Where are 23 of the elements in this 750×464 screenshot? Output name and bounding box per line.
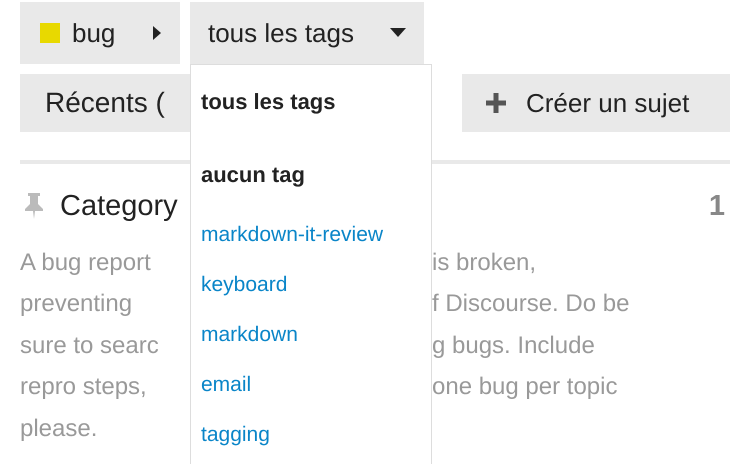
tag-link[interactable]: markdown xyxy=(201,310,431,360)
tag-dropdown[interactable]: tous les tags xyxy=(190,2,424,64)
caret-right-icon xyxy=(152,26,162,40)
topic-title[interactable]: Category xyxy=(60,190,178,222)
excerpt-text: is broken, xyxy=(432,248,536,277)
excerpt-text: f Discourse. Do be xyxy=(432,290,630,318)
tag-link[interactable]: markdown-it-review xyxy=(201,210,431,260)
excerpt-text: repro steps, xyxy=(20,373,148,402)
tag-link[interactable]: email xyxy=(201,360,431,410)
excerpt-text: sure to searc xyxy=(20,332,160,360)
caret-down-icon xyxy=(390,28,406,38)
category-dropdown[interactable]: bug xyxy=(20,2,180,64)
excerpt-text: A bug report xyxy=(20,248,152,277)
reply-count: 1 xyxy=(708,190,726,222)
tag-link[interactable]: keyboard xyxy=(201,260,431,310)
excerpt-text: preventing xyxy=(20,290,134,318)
create-topic-button[interactable]: Créer un sujet xyxy=(462,74,730,132)
excerpt-text: one bug per topic xyxy=(432,373,618,402)
menu-item[interactable]: aucun tag xyxy=(201,160,431,190)
plus-icon xyxy=(486,93,506,113)
tag-link[interactable]: tagging xyxy=(201,410,431,460)
excerpt-text: g bugs. Include xyxy=(432,332,595,360)
excerpt-text: please. xyxy=(20,414,98,443)
